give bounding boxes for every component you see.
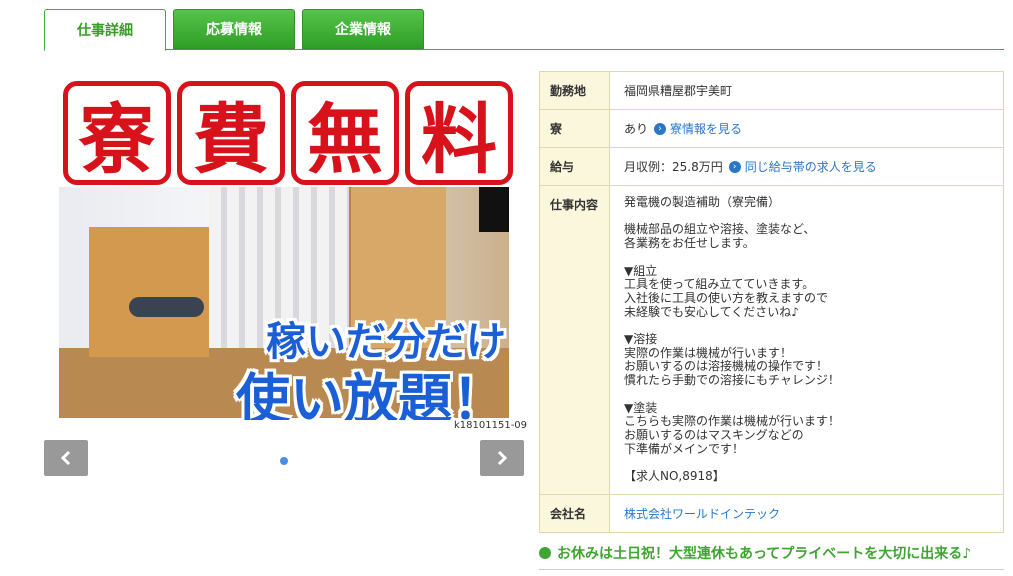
salary-cell: 月収例：25.8万円 › 同じ給与帯の求人を見る [609,147,1004,186]
table-row: 給与 月収例：25.8万円 › 同じ給与帯の求人を見る [539,147,1004,186]
desk [89,227,209,357]
bullet-icon [539,547,551,559]
holiday-note-text: お休みは土日祝！大型連休もあってプライベートを大切に出来る♪ [557,546,972,562]
carousel-dot[interactable] [280,457,288,465]
tab-company-info[interactable]: 企業情報 [302,9,424,49]
same-salary-link[interactable]: 同じ給与帯の求人を見る [745,160,877,174]
carousel-next-button[interactable] [480,440,524,476]
salary-label: 給与 [539,147,610,186]
table-row: 寮 あり › 寮情報を見る [539,109,1004,148]
dorm-cell: あり › 寮情報を見る [609,109,1004,148]
chair [129,297,204,317]
location-label: 勤務地 [539,71,610,110]
banner-char: 無 [291,81,399,185]
job-content-label: 仕事内容 [539,185,610,495]
banner-char: 寮 [63,81,171,185]
table-row: 会社名 株式会社ワールドインテック [539,493,1004,533]
banner-char: 費 [177,81,285,185]
banner: 寮 費 無 料 [52,81,524,191]
job-description: 発電機の製造補助（寮完備） 機械部品の組立や溶接、塗装など、 各業務をお任せしま… [624,195,841,484]
tab-bar: 仕事詳細 応募情報 企業情報 [44,8,1004,51]
tab-job-details[interactable]: 仕事詳細 [44,9,166,51]
location-value: 福岡県糟屋郡宇美町 [609,71,1004,110]
chevron-left-icon [60,450,71,466]
tab-application-info[interactable]: 応募情報 [173,9,295,49]
banner-char: 料 [405,81,513,185]
table-row: 勤務地 福岡県糟屋郡宇美町 [539,71,1004,110]
arrow-right-icon: › [654,122,667,135]
salary-value: 月収例：25.8万円 [624,160,723,174]
table-row: 仕事内容 発電機の製造補助（寮完備） 機械部品の組立や溶接、塗装など、 各業務を… [539,185,1004,495]
dorm-label: 寮 [539,109,610,148]
company-link[interactable]: 株式会社ワールドインテック [624,507,780,521]
holiday-note: お休みは土日祝！大型連休もあってプライベートを大切に出来る♪ [539,543,971,563]
divider [539,569,1004,570]
dorm-info-link[interactable]: 寮情報を見る [670,122,742,136]
tv [479,187,509,232]
slogan-line2: 使い放題！ [236,368,506,420]
dorm-value: あり [624,122,649,136]
tab-underline [44,49,1004,50]
job-content-cell: 発電機の製造補助（寮完備） 機械部品の組立や溶接、塗装など、 各業務をお任せしま… [609,185,1004,495]
carousel-prev-button[interactable] [44,440,88,476]
company-label: 会社名 [539,493,610,533]
company-cell: 株式会社ワールドインテック [609,493,1004,533]
chevron-right-icon [497,450,508,466]
job-photo: 寮 費 無 料 稼いだ分だけ 使い放題！ [52,77,524,420]
photo-code: k18101151-09 [454,420,528,431]
job-details-table: 勤務地 福岡県糟屋郡宇美町 寮 あり › 寮情報を見る 給与 月収例：25.8万円 ›… [539,71,1004,533]
arrow-right-icon: › [728,160,741,173]
